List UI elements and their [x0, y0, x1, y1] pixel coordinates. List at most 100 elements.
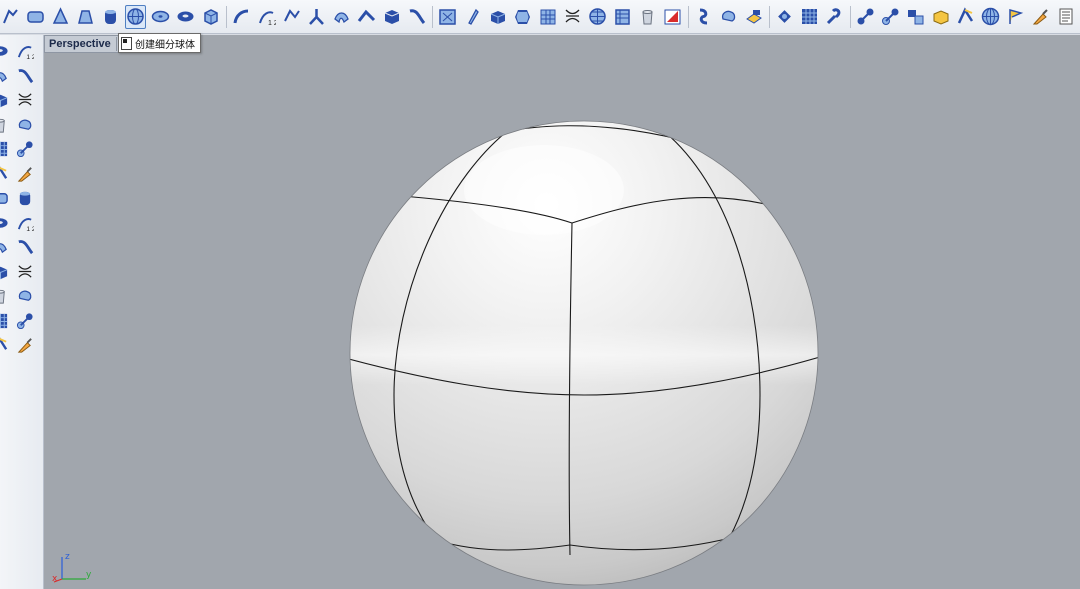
- extrude-face-button[interactable]: [15, 90, 35, 110]
- subd-truncated-cone-button[interactable]: [75, 5, 96, 29]
- viewport-title-tab[interactable]: Perspective ▼: [44, 35, 129, 53]
- gizmo-button[interactable]: [15, 311, 35, 331]
- subd-bridge-button[interactable]: [306, 5, 327, 29]
- subd-append-button[interactable]: [512, 5, 533, 29]
- side-toolbar-row: [0, 237, 43, 261]
- cylinder-lock-icon: [17, 338, 32, 353]
- subd-box-solid-button[interactable]: [537, 5, 558, 29]
- subd-append-icon: [515, 10, 530, 24]
- subd-torus-button[interactable]: [175, 5, 196, 29]
- side-toolbar-row: [0, 139, 43, 163]
- mesh-grid-icon: [857, 8, 874, 25]
- side-toolbar-row: 1 2: [0, 41, 43, 65]
- axis-x-label: x: [52, 574, 58, 584]
- subd-offset-button[interactable]: [1005, 5, 1026, 29]
- subd-globe-button[interactable]: [1030, 5, 1051, 29]
- cylinder-face-icon: [18, 119, 32, 130]
- subd-box-button[interactable]: [200, 5, 221, 29]
- lock-icon: [0, 337, 8, 350]
- lock-button[interactable]: [0, 335, 10, 355]
- side-toolbar-row: [0, 188, 43, 212]
- subd-grid-button[interactable]: [637, 5, 658, 29]
- subd-cone-button[interactable]: [50, 5, 71, 29]
- subd-bevel-button[interactable]: [462, 5, 483, 29]
- join-edge-button[interactable]: [15, 66, 35, 86]
- dot-matrix-button[interactable]: [15, 286, 35, 306]
- subd-stitch-button[interactable]: [612, 5, 633, 29]
- skew-button[interactable]: [15, 237, 35, 257]
- transform-button[interactable]: [0, 41, 10, 61]
- world-axes-icon: z y x: [52, 552, 92, 584]
- subd-pattern-button[interactable]: [587, 5, 608, 29]
- mesh-grid-button[interactable]: [855, 5, 876, 29]
- subd-unwrap-button[interactable]: [774, 5, 795, 29]
- grid-cells-button[interactable]: [15, 262, 35, 282]
- subd-patch-button[interactable]: [824, 5, 845, 29]
- axis-y-label: y: [86, 570, 92, 580]
- scatter-button[interactable]: [0, 262, 10, 282]
- grid-points-button[interactable]: [0, 286, 10, 306]
- taper-button[interactable]: 1 2: [15, 213, 35, 233]
- disk-button[interactable]: [0, 139, 10, 159]
- axis-z-label: z: [65, 552, 70, 562]
- tooltip-create-subd-sphere: 创建细分球体: [118, 33, 201, 53]
- subd-cylinder-cap-icon: [699, 8, 708, 25]
- repair-tools-button[interactable]: [880, 5, 901, 29]
- subd-cylinder-cap-button[interactable]: [693, 5, 714, 29]
- eraser-button[interactable]: 1 2: [15, 41, 35, 61]
- subd-fillet-button[interactable]: [356, 5, 377, 29]
- subd-sweep2-button[interactable]: [281, 5, 302, 29]
- subd-truncated-cone-icon: [78, 10, 93, 24]
- side-toolbar-row: [0, 286, 43, 310]
- subd-tube-button[interactable]: [331, 5, 352, 29]
- subd-crease-button[interactable]: [381, 5, 402, 29]
- subd-offset-icon: [1009, 9, 1024, 24]
- mesh-split-icon: [933, 10, 949, 25]
- subd-edit-button[interactable]: [0, 5, 21, 29]
- perspective-viewport[interactable]: Perspective ▼ z y x: [44, 35, 1080, 589]
- subd-flag-button[interactable]: [1055, 5, 1076, 29]
- subd-subdivide-button[interactable]: [662, 5, 683, 29]
- subd-sweep-button[interactable]: 1 2: [256, 5, 277, 29]
- subd-sweep-icon: 1 2: [259, 11, 276, 26]
- subd-delete-button[interactable]: [718, 5, 739, 29]
- subd-plane-button[interactable]: [25, 5, 46, 29]
- align-button[interactable]: [0, 311, 10, 331]
- subd-symmetry-button[interactable]: [743, 5, 764, 29]
- subd-slide-button[interactable]: [437, 5, 458, 29]
- subd-match-button[interactable]: [980, 5, 1001, 29]
- subd-bridge-icon: [309, 9, 324, 25]
- loft-face-button[interactable]: [15, 188, 35, 208]
- toolbar-separator: [769, 5, 770, 28]
- subd-flip-button[interactable]: [799, 5, 820, 29]
- cylinder-lock-button[interactable]: [15, 335, 35, 355]
- stack-button[interactable]: [0, 66, 10, 86]
- arc-edge-button[interactable]: [15, 139, 35, 159]
- layers-button[interactable]: [0, 90, 10, 110]
- bend-button[interactable]: [0, 188, 10, 208]
- side-toolbar-row: [0, 335, 43, 359]
- side-toolbar-row: [0, 90, 43, 114]
- subd-polygon-button[interactable]: [562, 5, 583, 29]
- subd-sphere-button[interactable]: [125, 4, 146, 29]
- frame-button[interactable]: [0, 213, 10, 233]
- pin-button[interactable]: [0, 115, 10, 135]
- sweep-rail-icon: [17, 166, 32, 182]
- mesh-join-button[interactable]: [905, 5, 926, 29]
- grid-cells-icon: [18, 264, 32, 278]
- mesh-split-button[interactable]: [930, 5, 951, 29]
- subd-ellipsoid-button[interactable]: [150, 5, 171, 29]
- subd-loft-button[interactable]: [231, 5, 252, 29]
- hourglass-button[interactable]: [0, 237, 10, 257]
- subd-cylinder-button[interactable]: [100, 5, 121, 29]
- cylinder-face-button[interactable]: [15, 115, 35, 135]
- svg-text:1 2: 1 2: [268, 20, 276, 26]
- sweep-rail-button[interactable]: [15, 164, 35, 184]
- curve-button[interactable]: [0, 164, 10, 184]
- subd-extrude-button[interactable]: [487, 5, 508, 29]
- subd-sphere-render[interactable]: [44, 35, 1080, 589]
- subd-flip-icon: [802, 9, 817, 24]
- mesh-to-subd-button[interactable]: [955, 5, 976, 29]
- subd-insert-edge-button[interactable]: [406, 5, 427, 29]
- subd-pattern-icon: [589, 8, 606, 25]
